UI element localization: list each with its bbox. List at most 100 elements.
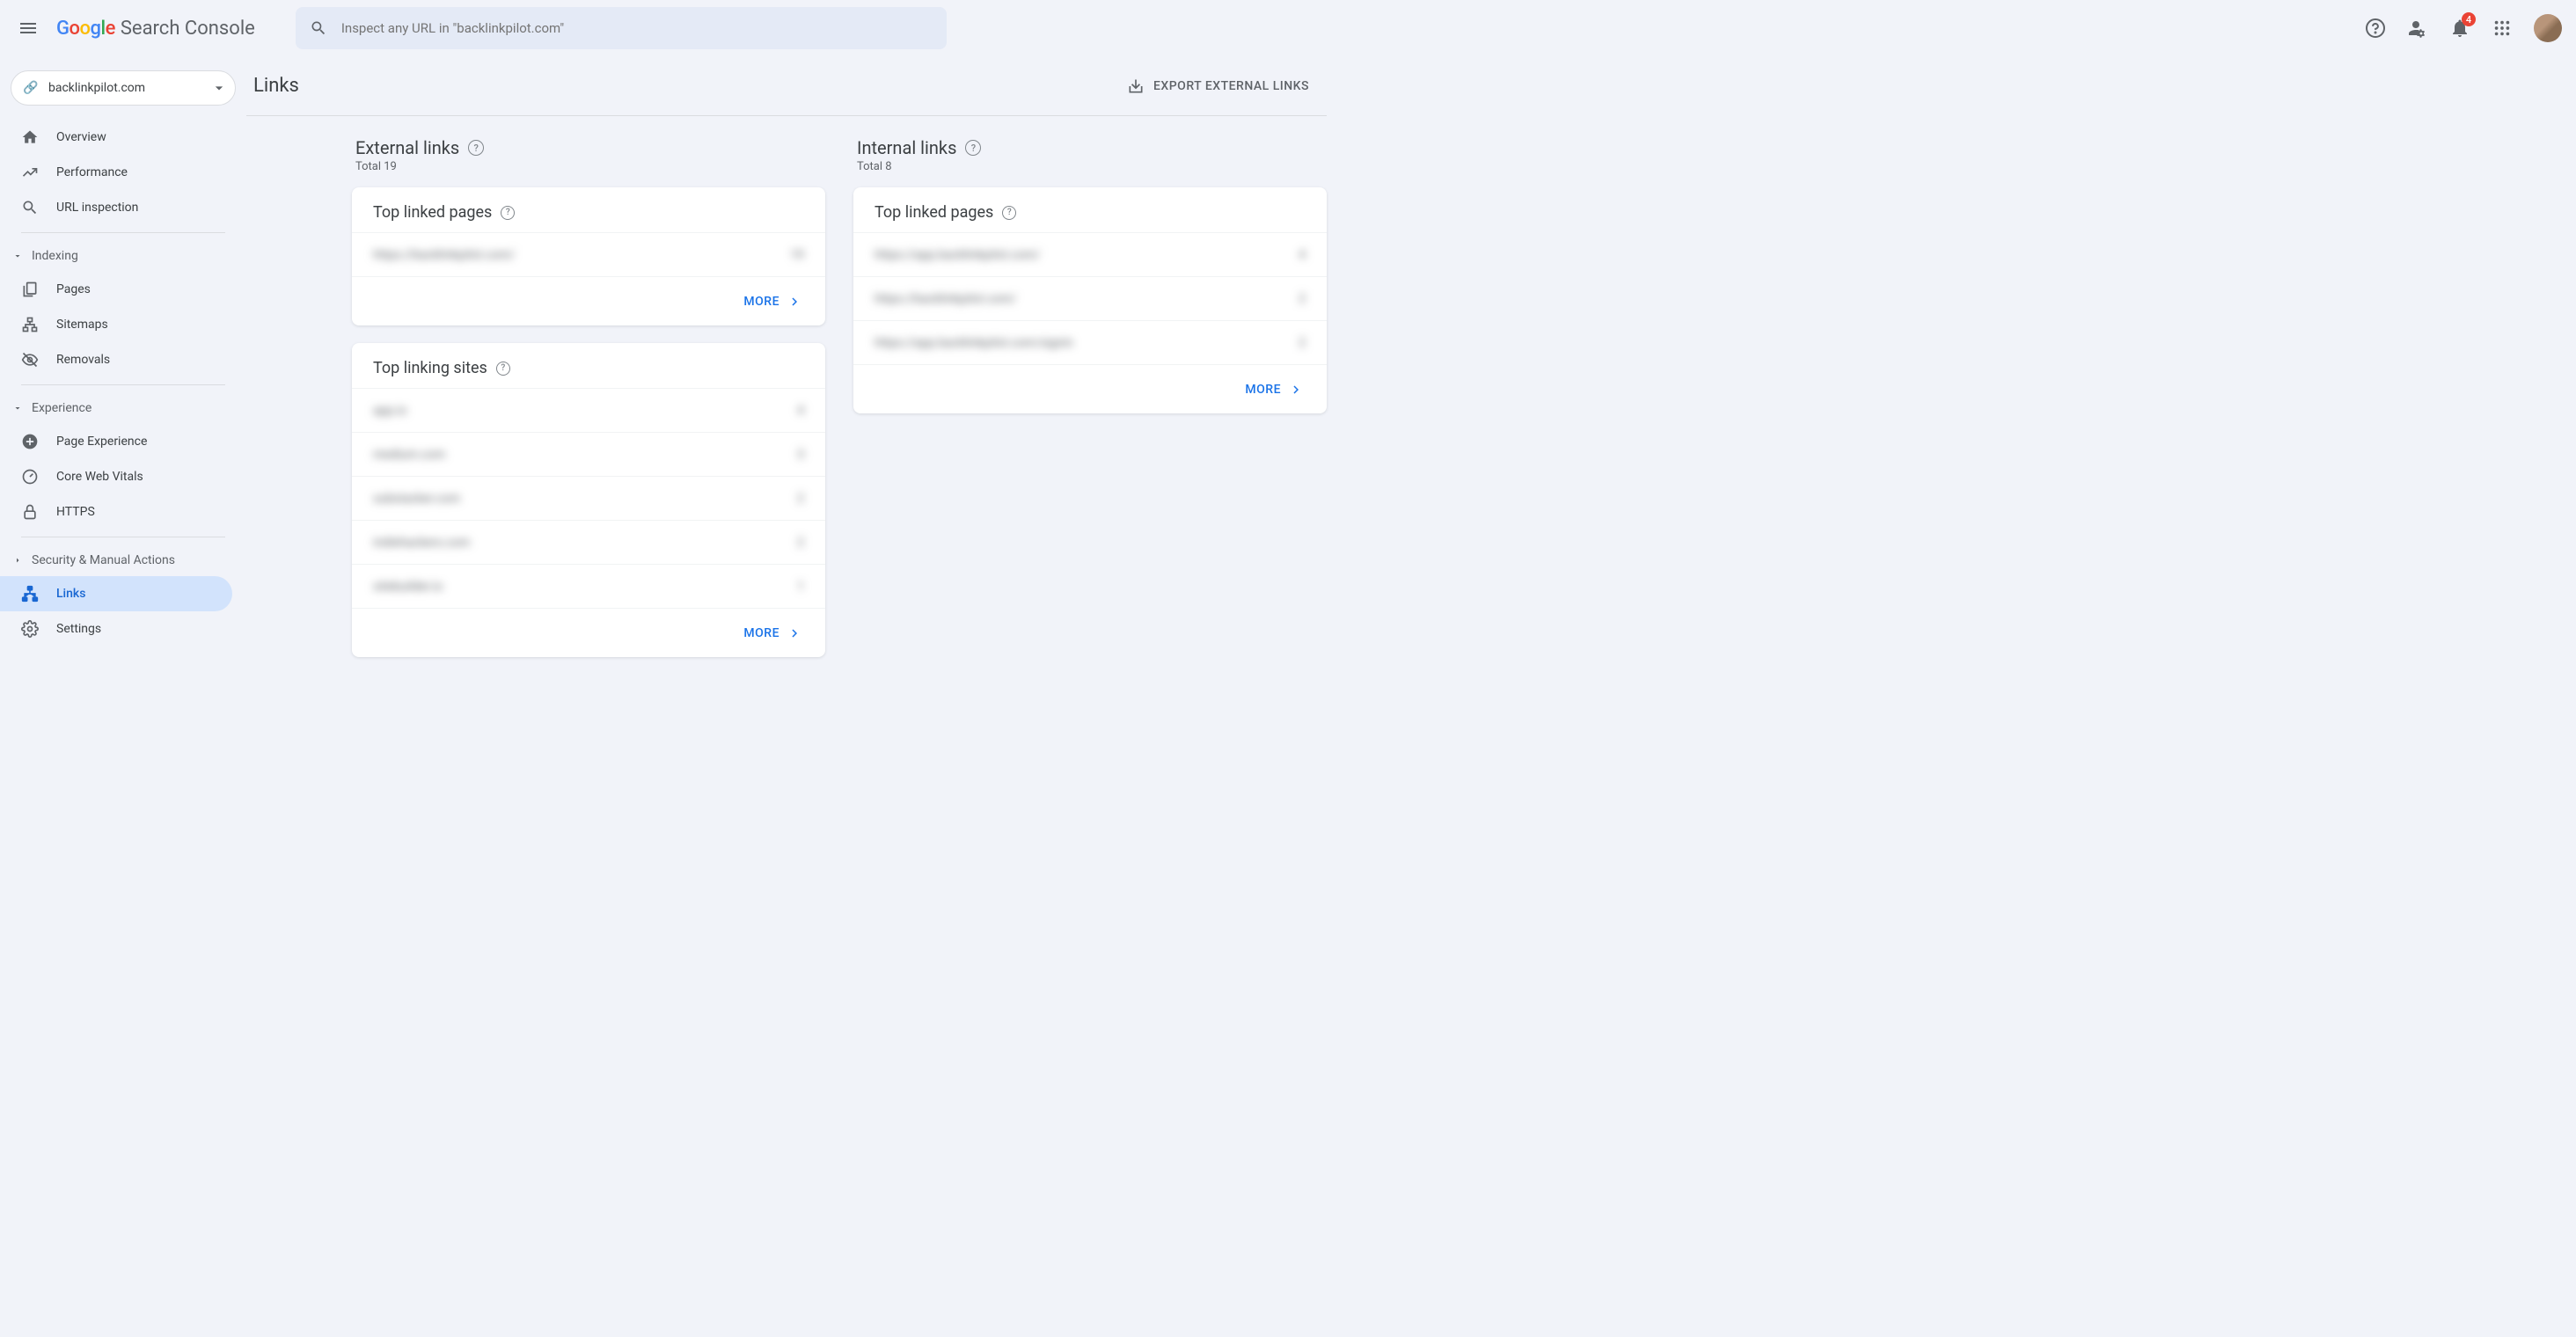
- nav-divider: [21, 384, 225, 385]
- table-row[interactable]: https://backlinkpilot.com/ 19: [352, 232, 825, 276]
- nav-divider: [21, 232, 225, 233]
- more-button[interactable]: MORE: [736, 620, 809, 647]
- card-title: Top linked pages: [875, 203, 993, 222]
- table-row[interactable]: substacker.com2: [352, 476, 825, 520]
- help-icon[interactable]: ?: [1002, 206, 1016, 220]
- notification-badge: 4: [2462, 12, 2476, 26]
- sidebar-item-page-experience[interactable]: Page Experience: [0, 424, 232, 459]
- menu-icon: [18, 18, 39, 39]
- property-selector[interactable]: 🔗 backlinkpilot.com: [11, 70, 236, 106]
- help-icon[interactable]: ?: [468, 140, 484, 156]
- download-icon: [1127, 77, 1145, 95]
- sidebar-section-indexing[interactable]: Indexing: [0, 240, 246, 272]
- sidebar-item-label: Page Experience: [56, 435, 147, 449]
- external-links-title: External links: [355, 137, 459, 158]
- external-top-linked-pages-card: Top linked pages ? https://backlinkpilot…: [352, 187, 825, 325]
- google-logo: Google: [56, 18, 115, 40]
- main-content: Links EXPORT EXTERNAL LINKS External lin…: [246, 56, 1355, 703]
- pages-icon: [21, 281, 39, 298]
- url-inspect-input[interactable]: [341, 20, 933, 36]
- page-header: Links EXPORT EXTERNAL LINKS: [246, 56, 1327, 116]
- account-avatar[interactable]: [2534, 14, 2562, 42]
- lock-icon: [21, 503, 39, 521]
- help-icon[interactable]: ?: [496, 362, 510, 376]
- caret-down-icon: [12, 251, 23, 261]
- table-row[interactable]: https://app.backlinkpilot.com/4: [853, 232, 1327, 276]
- sidebar-item-removals[interactable]: Removals: [0, 342, 232, 377]
- sidebar-section-security[interactable]: Security & Manual Actions: [0, 544, 246, 576]
- external-links-column: External links ? Total 19 Top linked pag…: [352, 137, 825, 675]
- sidebar-item-label: Sitemaps: [56, 318, 108, 332]
- internal-links-total: Total 8: [857, 160, 1323, 173]
- apps-button[interactable]: [2485, 11, 2520, 46]
- more-button[interactable]: MORE: [736, 289, 809, 315]
- sidebar-item-https[interactable]: HTTPS: [0, 494, 232, 530]
- chevron-right-icon: [787, 625, 802, 641]
- sidebar-item-cwv[interactable]: Core Web Vitals: [0, 459, 232, 494]
- search-icon: [21, 199, 39, 216]
- sidebar-item-sitemaps[interactable]: Sitemaps: [0, 307, 232, 342]
- product-name: Search Console: [121, 18, 255, 40]
- sidebar-item-performance[interactable]: Performance: [0, 155, 232, 190]
- gauge-icon: [21, 468, 39, 486]
- help-icon[interactable]: ?: [965, 140, 981, 156]
- card-title: Top linked pages: [373, 203, 492, 222]
- internal-top-linked-pages-card: Top linked pages ? https://app.backlinkp…: [853, 187, 1327, 413]
- home-icon: [21, 128, 39, 146]
- caret-right-icon: [12, 555, 23, 566]
- help-icon[interactable]: ?: [501, 206, 515, 220]
- export-external-links-button[interactable]: EXPORT EXTERNAL LINKS: [1116, 70, 1320, 102]
- sidebar-item-label: Core Web Vitals: [56, 470, 143, 484]
- property-favicon: 🔗: [22, 79, 40, 97]
- hamburger-menu-button[interactable]: [7, 7, 49, 49]
- table-row[interactable]: sitebuilder.io1: [352, 564, 825, 608]
- chevron-right-icon: [787, 294, 802, 310]
- sidebar-item-label: HTTPS: [56, 505, 95, 519]
- sidebar-item-label: Removals: [56, 353, 110, 367]
- product-logo[interactable]: Google Search Console: [56, 18, 255, 40]
- sidebar-item-label: Performance: [56, 165, 128, 179]
- top-linking-sites-card: Top linking sites ? app.io4 medium.com3 …: [352, 343, 825, 657]
- sidebar-nav: 🔗 backlinkpilot.com Overview Performance…: [0, 56, 246, 703]
- property-name: backlinkpilot.com: [48, 81, 201, 95]
- sidebar-section-label: Security & Manual Actions: [32, 553, 175, 567]
- sidebar-section-label: Experience: [32, 401, 91, 415]
- dropdown-icon: [210, 79, 228, 97]
- url-inspect-searchbar[interactable]: [296, 7, 947, 49]
- sidebar-item-label: URL inspection: [56, 201, 138, 215]
- help-icon: [2365, 18, 2386, 39]
- notifications-button[interactable]: 4: [2442, 11, 2477, 46]
- export-label: EXPORT EXTERNAL LINKS: [1153, 79, 1309, 93]
- sidebar-item-settings[interactable]: Settings: [0, 611, 232, 647]
- gear-icon: [21, 620, 39, 638]
- more-button[interactable]: MORE: [1238, 376, 1311, 403]
- person-gear-icon: [2407, 18, 2428, 39]
- internal-links-column: Internal links ? Total 8 Top linked page…: [853, 137, 1327, 675]
- sidebar-section-label: Indexing: [32, 249, 78, 263]
- help-button[interactable]: [2358, 11, 2393, 46]
- sidebar-item-overview[interactable]: Overview: [0, 120, 232, 155]
- search-icon: [310, 19, 327, 37]
- card-title: Top linking sites: [373, 359, 487, 377]
- table-row[interactable]: indiehackers.com2: [352, 520, 825, 564]
- trending-icon: [21, 164, 39, 181]
- external-links-total: Total 19: [355, 160, 822, 173]
- table-row[interactable]: medium.com3: [352, 432, 825, 476]
- sidebar-item-pages[interactable]: Pages: [0, 272, 232, 307]
- page-title: Links: [253, 75, 299, 97]
- sidebar-item-label: Pages: [56, 282, 91, 296]
- table-row[interactable]: app.io4: [352, 388, 825, 432]
- sidebar-item-label: Links: [56, 587, 85, 601]
- sidebar-section-experience[interactable]: Experience: [0, 392, 246, 424]
- sidebar-item-url-inspection[interactable]: URL inspection: [0, 190, 232, 225]
- chevron-right-icon: [1288, 382, 1304, 398]
- eye-off-icon: [21, 351, 39, 369]
- table-row[interactable]: https://app.backlinkpilot.com/signin2: [853, 320, 1327, 364]
- apps-grid-icon: [2492, 18, 2512, 38]
- account-settings-button[interactable]: [2400, 11, 2435, 46]
- links-icon: [21, 585, 39, 603]
- sidebar-item-label: Overview: [56, 130, 106, 144]
- plus-circle-icon: [21, 433, 39, 450]
- sidebar-item-links[interactable]: Links: [0, 576, 232, 611]
- table-row[interactable]: https://backlinkpilot.com/2: [853, 276, 1327, 320]
